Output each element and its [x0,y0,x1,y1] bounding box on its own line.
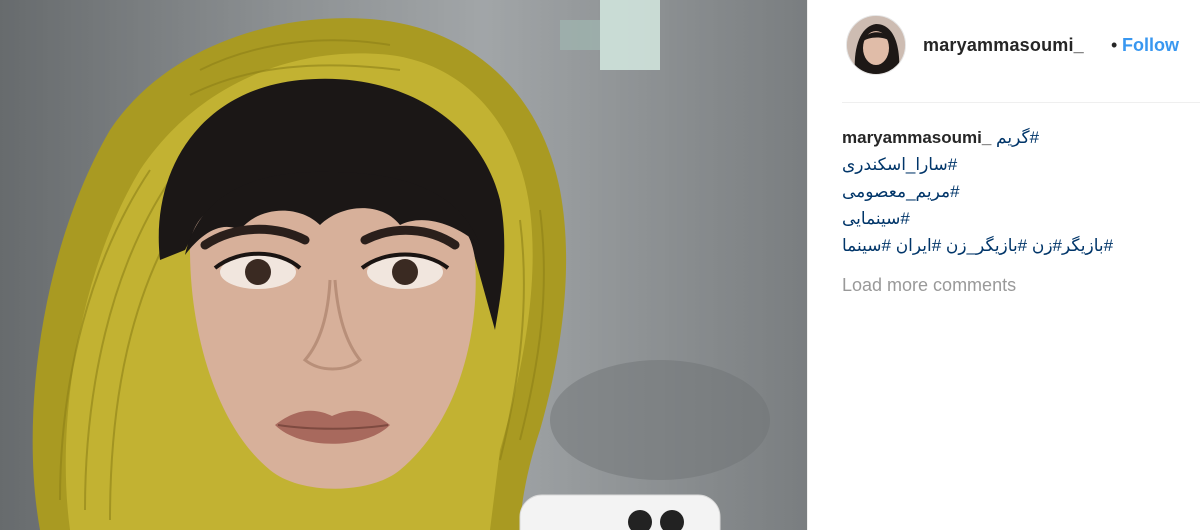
post-caption: maryammasoumi_ #گریم #سارا_اسکندری #مریم… [842,124,1172,259]
load-more-comments-link[interactable]: Load more comments [842,275,1016,296]
header-username[interactable]: maryammasoumi_ [923,35,1084,56]
caption-hashtag[interactable]: #گریم [996,128,1039,147]
caption-hashtag[interactable]: #بازیگر#زن #بازیگر_زن #ایران #سینما [842,236,1113,255]
avatar-image [847,16,905,74]
post-side-panel: maryammasoumi_ • Follow maryammasoumi_ #… [808,0,1200,530]
header-separator: • [1111,35,1118,55]
caption-hashtag[interactable]: #سارا_اسکندری [842,155,957,174]
header-divider [842,102,1200,103]
caption-line: #سارا_اسکندری [842,151,1172,178]
post-header: maryammasoumi_ • Follow [808,0,1200,102]
caption-line: #سینمایی [842,205,1172,232]
caption-hashtag[interactable]: #مریم_معصومی [842,182,960,201]
caption-username[interactable]: maryammasoumi_ [842,128,991,147]
follow-button[interactable]: Follow [1122,35,1179,56]
post-photo[interactable] [0,0,807,530]
avatar[interactable] [846,15,906,75]
caption-hashtag[interactable]: #سینمایی [842,209,910,228]
portrait-illustration [0,0,807,530]
caption-first-line: maryammasoumi_ #گریم [842,124,1172,151]
caption-line: #بازیگر#زن #بازیگر_زن #ایران #سینما [842,232,1172,259]
caption-line: #مریم_معصومی [842,178,1172,205]
